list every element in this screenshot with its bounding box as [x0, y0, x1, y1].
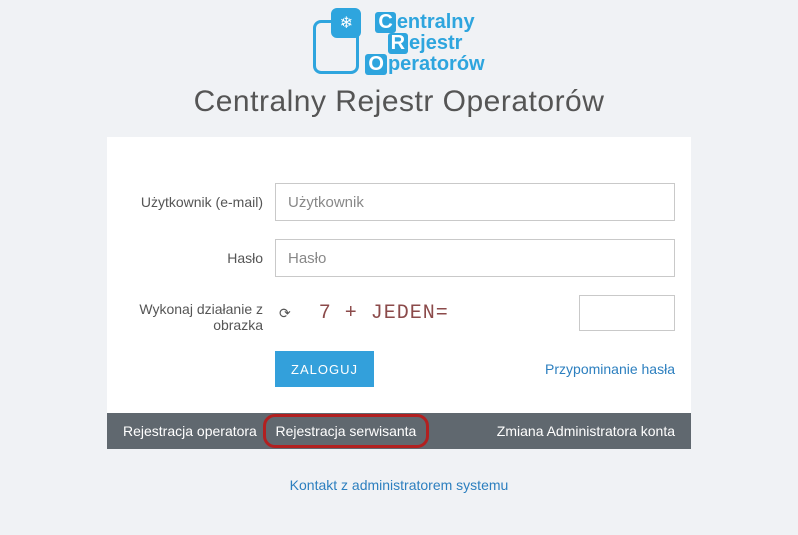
captcha-row: Wykonaj działanie z obrazka ⟳ 7 + JEDEN= [107, 295, 691, 333]
password-row: Hasło [107, 239, 691, 277]
logo-area: ❄ Centralny Rejestr Operatorów [0, 10, 798, 75]
password-input[interactable] [275, 239, 675, 277]
login-card: Użytkownik (e-mail) Hasło Wykonaj działa… [107, 137, 691, 449]
login-button[interactable]: ZALOGUJ [275, 351, 374, 387]
register-servicer-highlight: Rejestracja serwisanta [263, 414, 430, 448]
refresh-icon[interactable]: ⟳ [279, 305, 291, 322]
page-title: Centralny Rejestr Operatorów [0, 85, 798, 119]
snowflake-icon: ❄ [331, 8, 361, 38]
remind-password-link[interactable]: Przypominanie hasła [545, 361, 675, 377]
change-admin-link[interactable]: Zmiana Administratora konta [497, 423, 675, 439]
user-label: Użytkownik (e-mail) [123, 194, 275, 210]
captcha-challenge: 7 + JEDEN= [319, 302, 449, 325]
user-row: Użytkownik (e-mail) [107, 183, 691, 221]
password-label: Hasło [123, 250, 275, 266]
logo-mark: ❄ [313, 10, 357, 66]
action-row: ZALOGUJ Przypominanie hasła [107, 351, 691, 413]
register-operator-link[interactable]: Rejestracja operatora [123, 423, 257, 439]
bottom-bar: Rejestracja operatora | Rejestracja serw… [107, 413, 691, 449]
logo-text: Centralny Rejestr Operatorów [365, 10, 484, 75]
logo: ❄ Centralny Rejestr Operatorów [313, 10, 484, 75]
captcha-label: Wykonaj działanie z obrazka [123, 295, 275, 333]
footer: Kontakt z administratorem systemu [0, 449, 798, 493]
user-input[interactable] [275, 183, 675, 221]
register-servicer-link[interactable]: Rejestracja serwisanta [276, 423, 417, 439]
contact-admin-link[interactable]: Kontakt z administratorem systemu [290, 477, 509, 493]
captcha-input[interactable] [579, 295, 675, 331]
